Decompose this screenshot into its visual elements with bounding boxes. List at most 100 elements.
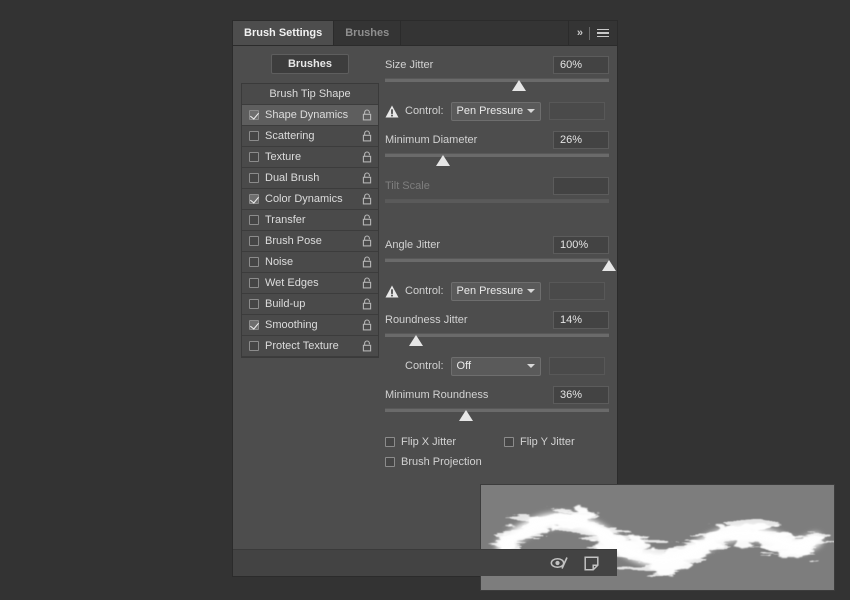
warning-icon: [385, 285, 399, 297]
roundness-jitter-slider[interactable]: [385, 331, 609, 347]
size-jitter-value[interactable]: 60%: [553, 56, 609, 74]
brush-option-row[interactable]: Color Dynamics: [242, 189, 378, 210]
size-control-dropdown[interactable]: Pen Pressure: [450, 101, 541, 121]
size-control-value: Pen Pressure: [456, 105, 524, 117]
lock-icon[interactable]: [362, 130, 372, 142]
minimum-roundness-value[interactable]: 36%: [553, 386, 609, 404]
brush-option-checkbox[interactable]: [249, 236, 259, 246]
brush-option-checkbox[interactable]: [249, 299, 259, 309]
brush-option-label: Brush Pose: [265, 235, 322, 247]
angle-jitter-track: [385, 258, 609, 262]
lock-icon[interactable]: [362, 214, 372, 226]
roundness-jitter-value[interactable]: 14%: [553, 311, 609, 329]
brush-projection-checkbox[interactable]: [385, 457, 395, 467]
brush-tip-shape-header[interactable]: Brush Tip Shape: [242, 84, 378, 105]
brush-option-label: Noise: [265, 256, 294, 268]
size-control-extra-field[interactable]: [548, 102, 605, 120]
brush-option-label: Protect Texture: [265, 340, 339, 352]
brush-settings-panel: Brush Settings Brushes » Brushes Brush T…: [232, 20, 835, 591]
lock-icon[interactable]: [362, 298, 372, 310]
lock-icon[interactable]: [362, 235, 372, 247]
minimum-roundness-track: [385, 408, 609, 412]
size-jitter-slider[interactable]: [385, 76, 609, 92]
brush-option-checkbox[interactable]: [249, 257, 259, 267]
brush-option-checkbox[interactable]: [249, 320, 259, 330]
angle-control-dropdown[interactable]: Pen Pressure: [450, 281, 541, 301]
angle-control-extra-field[interactable]: [548, 282, 605, 300]
brush-option-row[interactable]: Smoothing: [242, 315, 378, 336]
roundness-jitter-thumb[interactable]: [409, 335, 424, 346]
brush-option-row[interactable]: Transfer: [242, 210, 378, 231]
lock-icon[interactable]: [362, 256, 372, 268]
flip-y-jitter-checkbox[interactable]: [504, 437, 515, 447]
tilt-scale-value: [553, 177, 609, 195]
lock-icon[interactable]: [362, 277, 372, 289]
brush-option-label: Smoothing: [265, 319, 318, 331]
brush-option-row[interactable]: Shape Dynamics: [242, 105, 378, 126]
lock-icon[interactable]: [362, 172, 372, 184]
lock-icon[interactable]: [362, 109, 372, 121]
lock-icon[interactable]: [362, 340, 372, 352]
brush-option-checkbox[interactable]: [249, 341, 259, 351]
panel-tab-bar: Brush Settings Brushes »: [233, 21, 617, 46]
size-jitter-thumb[interactable]: [512, 80, 527, 91]
brush-option-checkbox[interactable]: [249, 215, 259, 225]
tilt-scale-track: [385, 199, 609, 203]
angle-jitter-slider[interactable]: [385, 256, 616, 272]
size-jitter-row: Size Jitter 60%: [385, 55, 609, 75]
tilt-scale-slider: [385, 197, 609, 213]
brush-option-checkbox[interactable]: [249, 152, 259, 162]
minimum-diameter-slider[interactable]: [385, 151, 609, 167]
tab-brush-settings[interactable]: Brush Settings: [233, 21, 335, 45]
flip-x-jitter-checkbox-item[interactable]: Flip X Jitter: [385, 436, 456, 448]
brushes-button[interactable]: Brushes: [270, 54, 350, 74]
flip-jitter-line: Flip X Jitter Flip Y Jitter: [385, 434, 609, 450]
angle-jitter-thumb[interactable]: [602, 260, 616, 271]
brush-option-checkbox[interactable]: [249, 131, 259, 141]
brush-option-row[interactable]: Protect Texture: [242, 336, 378, 357]
tab-bar-actions: »: [568, 21, 617, 45]
lock-icon[interactable]: [362, 319, 372, 331]
lock-icon[interactable]: [362, 151, 372, 163]
minimum-diameter-value[interactable]: 26%: [553, 131, 609, 149]
brush-option-row[interactable]: Noise: [242, 252, 378, 273]
brush-option-checkbox[interactable]: [249, 278, 259, 288]
brush-option-row[interactable]: Texture: [242, 147, 378, 168]
brush-settings-toggle-icon[interactable]: [550, 556, 570, 570]
brush-option-row[interactable]: Dual Brush: [242, 168, 378, 189]
brush-option-row[interactable]: Wet Edges: [242, 273, 378, 294]
lock-icon[interactable]: [362, 193, 372, 205]
flip-x-jitter-checkbox[interactable]: [385, 437, 395, 447]
brush-option-checkbox[interactable]: [249, 173, 259, 183]
brush-option-checkbox[interactable]: [249, 110, 259, 120]
roundness-control-extra-field[interactable]: [548, 357, 605, 375]
flip-x-jitter-label: Flip X Jitter: [401, 436, 457, 448]
shape-dynamics-controls: Size Jitter 60% Control: Pen Pressure Mi…: [385, 46, 616, 474]
brush-option-label: Color Dynamics: [265, 193, 343, 205]
roundness-control-label: Control:: [405, 360, 444, 372]
tilt-scale-row: Tilt Scale: [385, 176, 609, 196]
panel-body: Brushes Brush Tip Shape Shape Dynamics Sc…: [233, 46, 835, 591]
chevron-down-icon: [526, 364, 535, 368]
brush-option-row[interactable]: Scattering: [242, 126, 378, 147]
minimum-roundness-thumb[interactable]: [458, 410, 473, 421]
tab-brushes-label: Brushes: [345, 27, 390, 39]
flip-y-jitter-checkbox-item[interactable]: Flip Y Jitter: [504, 436, 575, 448]
brush-option-row[interactable]: Brush Pose: [242, 231, 378, 252]
minimum-diameter-row: Minimum Diameter 26%: [385, 130, 609, 150]
minimum-diameter-thumb[interactable]: [436, 155, 451, 166]
angle-control-row: Control: Pen Pressure: [385, 281, 609, 301]
expand-collapse-icon[interactable]: »: [577, 27, 583, 39]
angle-jitter-row: Angle Jitter 100%: [385, 235, 609, 255]
brush-projection-line: Brush Projection: [385, 454, 609, 470]
panel-menu-icon[interactable]: [597, 28, 609, 38]
tab-brushes[interactable]: Brushes: [334, 21, 402, 45]
brush-projection-checkbox-item[interactable]: Brush Projection: [385, 456, 482, 468]
new-brush-preset-icon[interactable]: [584, 555, 599, 571]
brush-option-checkbox[interactable]: [249, 194, 259, 204]
brush-options-sidebar: Brushes Brush Tip Shape Shape Dynamics Sc…: [241, 46, 379, 358]
minimum-roundness-slider[interactable]: [385, 406, 609, 422]
roundness-control-dropdown[interactable]: Off: [450, 356, 541, 376]
angle-jitter-value[interactable]: 100%: [553, 236, 609, 254]
brush-option-row[interactable]: Build-up: [242, 294, 378, 315]
